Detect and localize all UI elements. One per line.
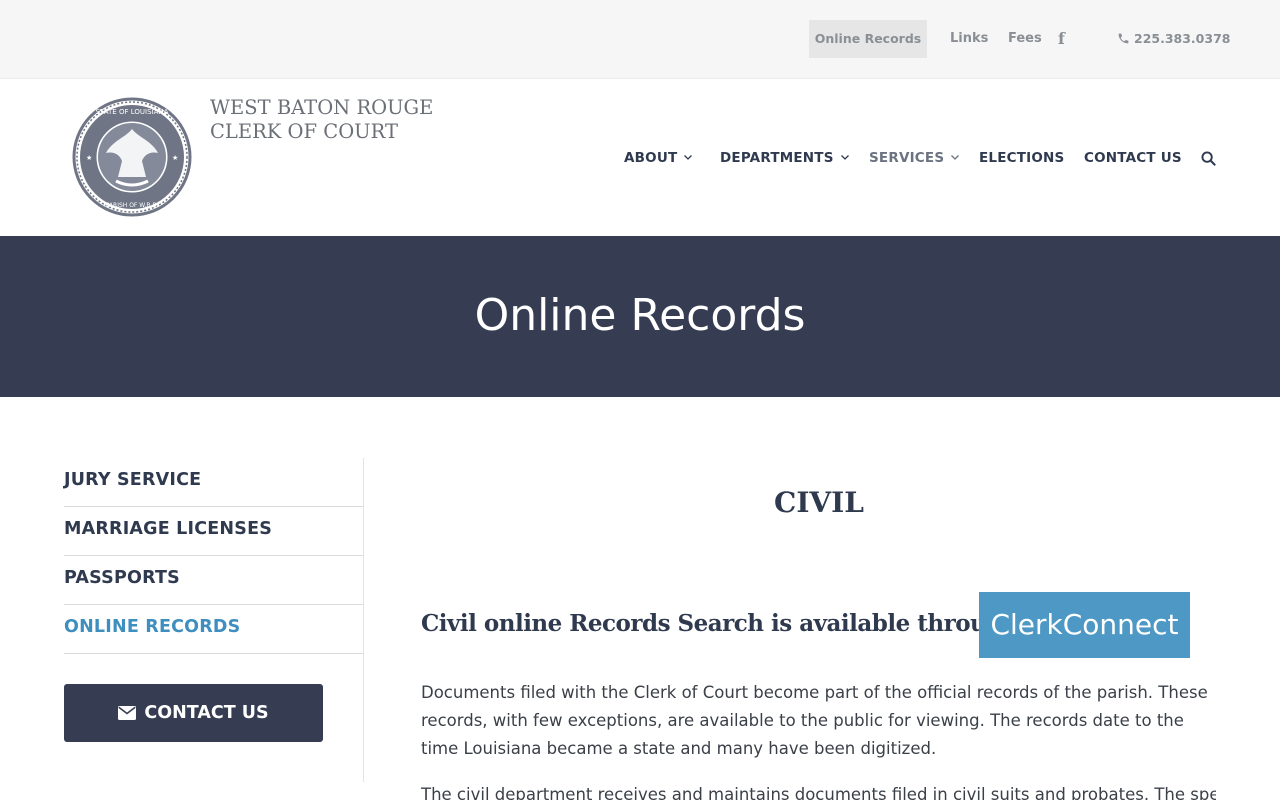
nav-departments-label: DEPARTMENTS (720, 150, 834, 166)
section-title: CIVIL (774, 486, 864, 519)
facebook-icon[interactable]: f (1058, 20, 1065, 58)
sidebar-item-label: JURY SERVICE (64, 470, 202, 490)
chevron-down-icon (951, 155, 960, 160)
sidebar-item-marriage-licenses[interactable]: MARRIAGE LICENSES (64, 507, 363, 556)
nav-services-label: SERVICES (869, 150, 945, 166)
chevron-down-icon (684, 155, 693, 160)
search-icon[interactable] (1201, 151, 1216, 166)
nav-about[interactable]: ABOUT (624, 150, 693, 168)
sidebar-item-label: ONLINE RECORDS (64, 617, 241, 637)
svg-text:STATE OF LOUISIANA: STATE OF LOUISIANA (96, 108, 169, 116)
sidebar-item-online-records[interactable]: ONLINE RECORDS (64, 605, 363, 654)
svg-text:★: ★ (86, 154, 92, 162)
envelope-icon (118, 706, 137, 720)
brand-line-1: WEST BATON ROUGE (210, 96, 434, 119)
brand-line-2: CLERK OF COURT (210, 119, 398, 143)
intro-paragraph: Documents filed with the Clerk of Court … (421, 683, 1208, 758)
utility-link-fees[interactable]: Fees (1008, 20, 1042, 58)
sidebar-item-passports[interactable]: PASSPORTS (64, 556, 363, 605)
page-title: Online Records (474, 290, 806, 341)
louisiana-seal-logo[interactable]: STATE OF LOUISIANA PARISH OF W.B.R. ★ ★ (72, 97, 192, 217)
phone-number: 225.383.0378 (1134, 31, 1231, 46)
sidebar-item-label: MARRIAGE LICENSES (64, 519, 273, 539)
utility-link-online-records[interactable]: Online Records (809, 20, 927, 58)
clerkconnect-button[interactable]: ClerkConnect (979, 592, 1190, 658)
contact-us-label: CONTACT US (144, 703, 269, 723)
contact-us-button[interactable]: CONTACT US (64, 684, 323, 742)
sidebar-divider (363, 458, 364, 782)
utility-link-links[interactable]: Links (950, 20, 988, 58)
sidebar-item-jury-service[interactable]: JURY SERVICE (64, 458, 363, 507)
nav-about-label: ABOUT (624, 150, 678, 166)
records-search-heading: Civil online Records Search is available… (421, 610, 1019, 637)
nav-elections[interactable]: ELECTIONS (979, 150, 1064, 168)
utility-bar (0, 0, 1280, 79)
svg-text:PARISH OF W.B.R.: PARISH OF W.B.R. (106, 202, 159, 209)
nav-contact-us[interactable]: CONTACT US (1084, 150, 1182, 168)
civil-dept-paragraph: The civil department receives and mainta… (421, 785, 1216, 800)
sidebar-item-label: PASSPORTS (64, 568, 180, 588)
site-brand[interactable]: WEST BATON ROUGE CLERK OF COURT (210, 96, 433, 143)
chevron-down-icon (840, 155, 849, 160)
nav-departments[interactable]: DEPARTMENTS (720, 150, 849, 168)
svg-text:★: ★ (172, 154, 178, 162)
phone-icon (1118, 33, 1129, 44)
nav-services[interactable]: SERVICES (869, 150, 960, 168)
phone-link[interactable]: 225.383.0378 (1117, 20, 1230, 58)
